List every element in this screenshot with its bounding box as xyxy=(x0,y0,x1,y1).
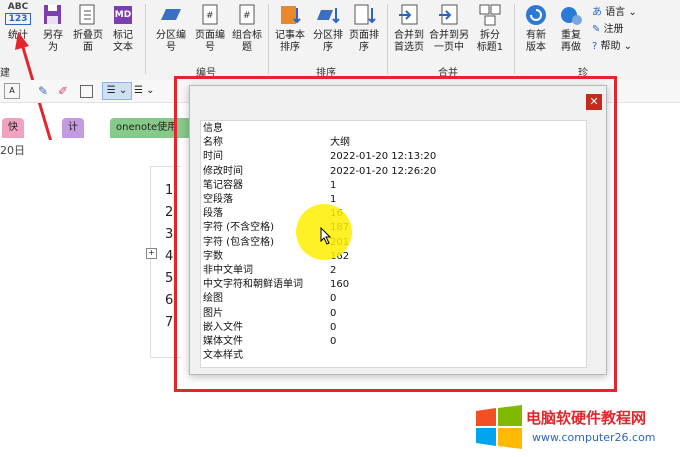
list-number: 2 xyxy=(165,205,174,220)
list-number: 6 xyxy=(165,293,174,308)
page-date: 20日 xyxy=(0,144,25,157)
tab-quick-notes[interactable]: 快速笔记 xyxy=(2,118,24,193)
numbered-list-icon[interactable]: ☰ ⌄ xyxy=(102,82,132,100)
tab-computer[interactable]: 计算机 xyxy=(62,118,84,173)
expand-icon[interactable]: + xyxy=(146,248,157,259)
outline-numbers: 1 2 3 4 5 6 7 xyxy=(165,180,173,334)
table-icon[interactable] xyxy=(80,85,93,98)
windows-logo-icon xyxy=(476,405,522,449)
list-number: 1 xyxy=(165,183,174,198)
watermark-url: www.computer26.com xyxy=(532,431,656,444)
eraser-icon[interactable]: ✐ xyxy=(58,84,68,98)
list-number: 4 xyxy=(165,249,174,264)
annotation-box xyxy=(174,76,617,392)
watermark-title: 电脑软硬件教程网 xyxy=(526,409,647,427)
bullet-list-icon[interactable]: ☰ ⌄ xyxy=(134,83,155,99)
watermark: 电脑软硬件教程网 www.computer26.com xyxy=(474,403,680,457)
list-number: 3 xyxy=(165,227,174,242)
list-number: 5 xyxy=(165,271,174,286)
highlight-icon[interactable]: ✎ xyxy=(38,84,48,98)
text-style-icon[interactable]: A xyxy=(4,83,20,99)
list-number: 7 xyxy=(165,315,174,330)
